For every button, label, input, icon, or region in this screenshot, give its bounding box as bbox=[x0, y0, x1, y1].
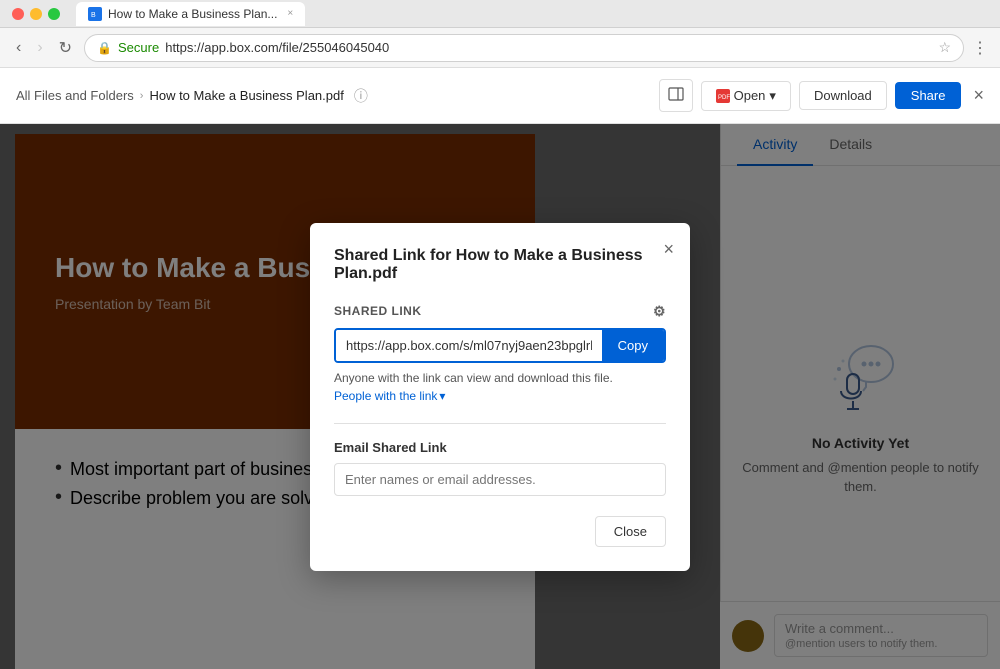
forward-button[interactable]: › bbox=[33, 35, 46, 61]
address-bar[interactable]: 🔒 Secure https://app.box.com/file/255046… bbox=[84, 34, 964, 62]
browser-titlebar: B How to Make a Business Plan... × bbox=[0, 0, 1000, 28]
toggle-sidebar-button[interactable] bbox=[659, 79, 693, 112]
download-button[interactable]: Download bbox=[799, 81, 887, 110]
modal-title: Shared Link for How to Make a Business P… bbox=[334, 247, 666, 283]
shared-link-modal: Shared Link for How to Make a Business P… bbox=[310, 223, 690, 571]
extensions-icon[interactable]: ⋮ bbox=[972, 38, 988, 58]
modal-divider bbox=[334, 423, 666, 424]
tab-close-button[interactable]: × bbox=[287, 8, 293, 19]
email-input[interactable] bbox=[334, 463, 666, 496]
people-link-chevron-icon: ▾ bbox=[439, 389, 445, 403]
reload-button[interactable]: ↻ bbox=[55, 34, 76, 62]
close-dot[interactable] bbox=[12, 8, 24, 20]
sidebar-toggle-icon bbox=[668, 86, 684, 102]
breadcrumb: All Files and Folders › How to Make a Bu… bbox=[16, 86, 659, 106]
modal-close-button[interactable]: × bbox=[663, 239, 674, 260]
breadcrumb-root[interactable]: All Files and Folders bbox=[16, 88, 134, 103]
tab-favicon: B bbox=[88, 7, 102, 21]
modal-overlay[interactable]: Shared Link for How to Make a Business P… bbox=[0, 124, 1000, 669]
shared-link-input[interactable] bbox=[336, 330, 602, 361]
open-button[interactable]: PDF Open ▾ bbox=[701, 81, 791, 111]
browser-tab[interactable]: B How to Make a Business Plan... × bbox=[76, 2, 305, 26]
pdf-icon: PDF bbox=[716, 89, 730, 103]
modal-footer: Close bbox=[334, 516, 666, 547]
tab-title: How to Make a Business Plan... bbox=[108, 7, 277, 21]
file-info-icon[interactable]: ⓘ bbox=[354, 86, 368, 106]
shared-link-label-row: Shared Link ⚙ bbox=[334, 303, 666, 320]
app-header: All Files and Folders › How to Make a Bu… bbox=[0, 68, 1000, 124]
secure-icon: 🔒 bbox=[97, 41, 112, 55]
share-button[interactable]: Share bbox=[895, 82, 962, 109]
open-label: Open bbox=[734, 88, 766, 103]
open-chevron-icon: ▾ bbox=[769, 88, 776, 104]
maximize-dot[interactable] bbox=[48, 8, 60, 20]
shared-link-input-wrap: Copy bbox=[334, 328, 666, 363]
main-content: How to Make a Business Plan Presentation… bbox=[0, 124, 1000, 669]
svg-text:PDF: PDF bbox=[718, 95, 730, 101]
minimize-dot[interactable] bbox=[30, 8, 42, 20]
url-text: https://app.box.com/file/255046045040 bbox=[165, 40, 932, 55]
email-section-label: Email Shared Link bbox=[334, 440, 666, 455]
svg-text:B: B bbox=[91, 12, 96, 19]
header-actions: PDF Open ▾ Download Share × bbox=[659, 79, 984, 112]
breadcrumb-current-file: How to Make a Business Plan.pdf bbox=[149, 88, 343, 103]
shared-link-section-label: Shared Link bbox=[334, 304, 422, 318]
browser-toolbar: ‹ › ↻ 🔒 Secure https://app.box.com/file/… bbox=[0, 28, 1000, 68]
secure-label: Secure bbox=[118, 40, 159, 55]
breadcrumb-separator: › bbox=[140, 90, 144, 102]
link-settings-icon[interactable]: ⚙ bbox=[653, 303, 666, 320]
link-info-text: Anyone with the link can view and downlo… bbox=[334, 371, 666, 385]
close-panel-button[interactable]: × bbox=[973, 85, 984, 106]
people-with-link[interactable]: People with the link ▾ bbox=[334, 389, 666, 403]
copy-button[interactable]: Copy bbox=[602, 330, 664, 361]
window-controls bbox=[12, 8, 60, 20]
people-link-label: People with the link bbox=[334, 389, 437, 403]
modal-close-btn[interactable]: Close bbox=[595, 516, 666, 547]
bookmark-icon[interactable]: ☆ bbox=[938, 39, 951, 56]
back-button[interactable]: ‹ bbox=[12, 35, 25, 61]
